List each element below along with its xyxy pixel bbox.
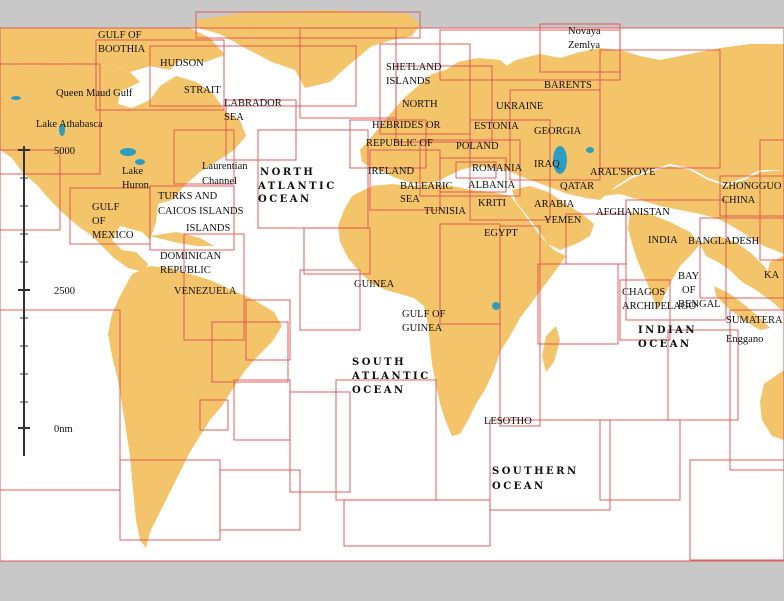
label-dominican-republic: REPUBLIC <box>160 265 211 276</box>
label-albania: ALBANIA <box>468 180 516 191</box>
lake-athabasca-shape <box>11 96 21 100</box>
label-south-atlantic-ocean: ATLANTIC <box>351 371 431 382</box>
label-tunisia: TUNISIA <box>424 206 466 217</box>
label-southern-ocean: SOUTHERN <box>492 466 579 477</box>
label-estonia: ESTONIA <box>474 121 519 132</box>
label-gulf-of-boothia: GULF OF <box>98 30 142 41</box>
label-bay-of-bengal: BAY <box>678 271 700 282</box>
label-afghanistan: AFGHANISTAN <box>596 207 670 218</box>
label-north: NORTH <box>402 99 438 110</box>
label-hudson-strait: STRAIT <box>184 85 221 96</box>
lake-great-lakes <box>120 148 136 156</box>
label-chagos-archipelago: ARCHIPELAGO <box>622 301 697 312</box>
label-indian-ocean: INDIAN <box>638 325 697 336</box>
label-north-atlantic-ocean: ATLANTIC <box>257 181 337 192</box>
label-laurentian-channel: Laurentian <box>202 161 248 172</box>
label-bangladesh: BANGLADESH <box>688 236 760 247</box>
label-balearic-sea: BALEARIC <box>400 181 453 192</box>
label-gulf-of-mexico: MEXICO <box>92 230 134 241</box>
label-qatar: QATAR <box>560 181 594 192</box>
label-dominican-republic: DOMINICAN <box>160 251 222 262</box>
label-lake-huron: Huron <box>122 180 150 191</box>
label-barents: BARENTS <box>544 80 592 91</box>
aral-sea <box>586 147 594 153</box>
label-lake-athabasca: Lake Athabasca <box>36 119 103 130</box>
label-ka: KA <box>764 270 780 281</box>
label-india: INDIA <box>648 235 678 246</box>
label-guinea: GUINEA <box>354 279 395 290</box>
label-zhongguo: ZHONGGUO <box>722 181 782 192</box>
label-china: CHINA <box>722 195 756 206</box>
label-south-atlantic-ocean: OCEAN <box>352 385 406 396</box>
label-turks-and-caicos: CAICOS ISLANDS <box>158 206 244 217</box>
label-novaya-zemlya: Novaya <box>568 26 601 37</box>
label-kriti: KRITI <box>478 198 506 209</box>
label-gulf-of-mexico: GULF <box>92 202 120 213</box>
label-lake-huron: Lake <box>122 166 143 177</box>
map-frame-bottom <box>0 561 784 601</box>
label-poland: POLAND <box>456 141 499 152</box>
label-ireland: IRELAND <box>368 166 414 177</box>
label-yemen: YEMEN <box>544 215 582 226</box>
scale-label-5000: 5000 <box>54 146 75 157</box>
label-georgia: GEORGIA <box>534 126 582 137</box>
scale-label-0nm: 0nm <box>54 424 73 435</box>
label-laurentian-channel: Channel <box>202 176 237 187</box>
label-balearic-sea: SEA <box>400 194 420 205</box>
label-gulf-of-mexico: OF <box>92 216 106 227</box>
label-hebrides: HEBRIDES OR <box>372 120 441 131</box>
label-queen-maud-gulf: Queen Maud Gulf <box>56 88 133 99</box>
label-arabia: ARABIA <box>534 199 575 210</box>
label-republic-of: REPUBLIC OF <box>366 138 433 149</box>
scale-label-2500: 2500 <box>54 286 75 297</box>
label-romania: ROMANIA <box>472 163 523 174</box>
label-venezuela: VENEZUELA <box>174 286 237 297</box>
label-iraq: IRAQ <box>534 159 560 170</box>
label-labrador-sea: SEA <box>224 112 244 123</box>
label-gulf-of-guinea: GUINEA <box>402 323 443 334</box>
label-southern-ocean: OCEAN <box>492 481 546 492</box>
label-labrador-sea: LABRADOR <box>224 98 282 109</box>
label-shetland-islands: ISLANDS <box>386 76 430 87</box>
label-novaya-zemlya: Zemlya <box>568 40 600 51</box>
label-sumatera: SUMATERA <box>726 315 783 326</box>
label-north-atlantic-ocean: OCEAN <box>258 194 312 205</box>
label-gulf-of-guinea: GULF OF <box>402 309 446 320</box>
chart-coverage-map[interactable]: 5000 2500 0nm GULF OF BOOTHIA HUDSON STR… <box>0 0 784 601</box>
label-islands: ISLANDS <box>186 223 230 234</box>
label-south-atlantic-ocean: SOUTH <box>352 357 406 368</box>
label-hudson-strait: HUDSON <box>160 58 204 69</box>
label-shetland-islands: SHETLAND <box>386 62 442 73</box>
label-turks-and-caicos: TURKS AND <box>158 191 218 202</box>
lake-victoria <box>492 302 500 310</box>
label-aralskoye: ARAL'SKOYE <box>590 167 655 178</box>
label-gulf-of-boothia: BOOTHIA <box>98 44 146 55</box>
label-bay-of-bengal: OF <box>682 285 696 296</box>
label-egypt: EGYPT <box>484 228 518 239</box>
label-ukraine: UKRAINE <box>496 101 543 112</box>
lake-huron-shape <box>135 159 145 165</box>
label-lesotho: LESOTHO <box>484 416 532 427</box>
label-chagos: CHAGOS <box>622 287 665 298</box>
label-indian-ocean: OCEAN <box>638 339 692 350</box>
label-enggano: Enggano <box>726 334 763 345</box>
label-north-atlantic-ocean: NORTH <box>260 167 315 178</box>
